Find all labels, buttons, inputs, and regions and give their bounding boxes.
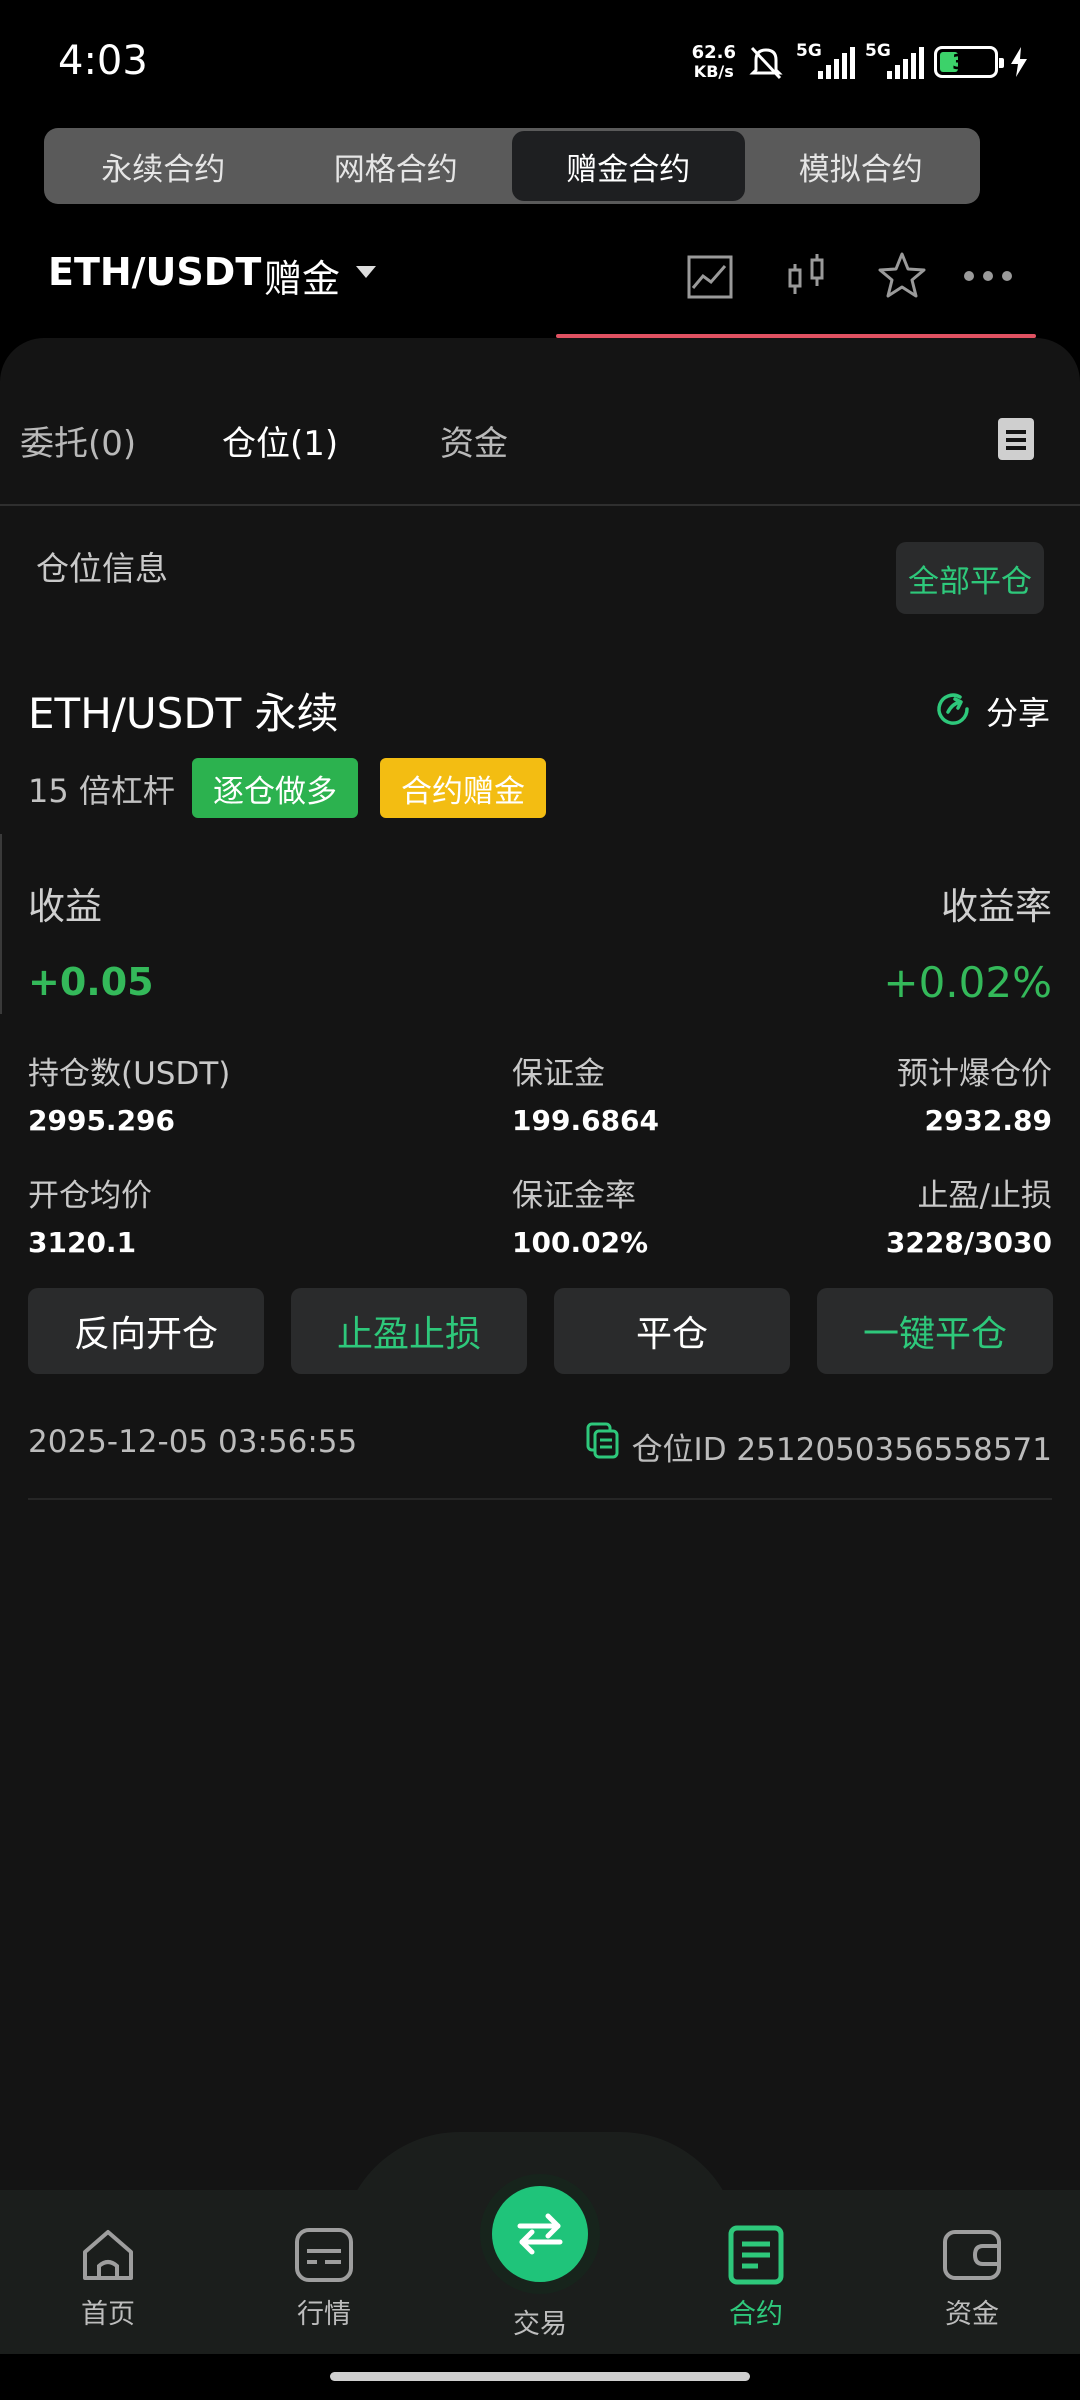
signal-1-icon: 5G — [796, 41, 855, 79]
nav-market[interactable]: 行情 — [254, 2224, 394, 2331]
tpsl-button[interactable]: 止盈止损 — [291, 1288, 527, 1374]
pnl-rate-value: +0.02% — [883, 958, 1052, 1007]
quick-close-button[interactable]: 一键平仓 — [817, 1288, 1053, 1374]
tab-bonus[interactable]: 赠金合约 — [512, 131, 745, 201]
divider — [0, 504, 1080, 506]
caret-down-icon[interactable] — [356, 266, 376, 278]
pair-selector[interactable]: ETH/USDT — [48, 250, 261, 294]
close-position-button[interactable]: 平仓 — [554, 1288, 790, 1374]
pnl-rate-label: 收益率 — [941, 885, 1052, 928]
isolated-long-badge: 逐仓做多 — [192, 758, 358, 818]
contract-icon — [728, 2225, 784, 2285]
swap-icon — [517, 2213, 563, 2255]
tpsl-value: 3228/3030 — [885, 1226, 1052, 1259]
market-icon — [295, 2228, 353, 2282]
contract-type-tabs: 永续合约 网格合约 赠金合约 模拟合约 — [44, 128, 980, 204]
status-time: 4:03 — [58, 38, 148, 84]
bonus-badge: 合约赠金 — [380, 758, 546, 818]
share-button[interactable]: 分享 — [986, 688, 1050, 734]
gesture-bar[interactable] — [330, 2372, 750, 2381]
pnl-label: 收益 — [28, 885, 102, 928]
status-bar: 4:03 62.6 KB/s 5G 5G 34 — [0, 0, 1080, 120]
reverse-open-button[interactable]: 反向开仓 — [28, 1288, 264, 1374]
margin-value: 199.6864 — [512, 1104, 660, 1137]
margin-rate-value: 100.02% — [512, 1226, 649, 1259]
tab-grid[interactable]: 网格合约 — [280, 131, 513, 201]
star-icon[interactable] — [874, 248, 930, 304]
tab-positions[interactable]: 仓位(1) — [222, 416, 338, 465]
margin-rate-label: 保证金率 — [512, 1178, 636, 1214]
trade-button[interactable] — [492, 2186, 588, 2282]
nav-contract-label: 合约 — [729, 2299, 783, 2330]
edge-line — [0, 834, 2, 1014]
nav-contract[interactable]: 合约 — [686, 2224, 826, 2331]
chart-line-icon[interactable] — [682, 248, 738, 304]
charging-icon — [1011, 47, 1027, 77]
net-speed: 62.6 KB/s — [692, 43, 736, 81]
entry-label: 开仓均价 — [28, 1178, 152, 1214]
tab-funds[interactable]: 资金 — [440, 416, 508, 465]
share-icon[interactable] — [934, 690, 972, 728]
net-speed-value: 62.6 — [691, 42, 736, 63]
open-time: 2025-12-05 03:56:55 — [28, 1424, 358, 1460]
margin-label: 保证金 — [512, 1056, 605, 1092]
status-icons: 62.6 KB/s 5G 5G 34 — [692, 38, 1030, 86]
nav-home-label: 首页 — [81, 2299, 135, 2330]
pnl-value: +0.05 — [28, 960, 154, 1004]
tab-perpetual[interactable]: 永续合约 — [47, 131, 280, 201]
battery-icon: 34 — [934, 46, 1004, 78]
candlestick-icon[interactable] — [780, 248, 836, 304]
nav-assets-label: 资金 — [945, 2299, 999, 2330]
more-icon[interactable] — [960, 248, 1016, 304]
size-label: 持仓数(USDT) — [28, 1056, 231, 1092]
liquidation-value: 2932.89 — [924, 1104, 1052, 1137]
nav-home[interactable]: 首页 — [38, 2224, 178, 2331]
wallet-icon — [943, 2230, 1001, 2280]
tpsl-label: 止盈/止损 — [917, 1178, 1052, 1214]
size-value: 2995.296 — [28, 1104, 176, 1137]
pair-type[interactable]: 赠金 — [264, 248, 340, 303]
nav-market-label: 行情 — [297, 2299, 351, 2330]
home-icon — [83, 2230, 133, 2280]
entry-value: 3120.1 — [28, 1226, 137, 1259]
net-speed-unit: KB/s — [693, 62, 734, 81]
tab-demo[interactable]: 模拟合约 — [745, 131, 978, 201]
list-icon[interactable] — [998, 418, 1034, 460]
tab-orders[interactable]: 委托(0) — [20, 416, 136, 465]
nav-assets[interactable]: 资金 — [902, 2224, 1042, 2331]
liquidation-label: 预计爆仓价 — [897, 1056, 1052, 1092]
copy-icon[interactable] — [584, 1420, 620, 1460]
divider — [28, 1498, 1052, 1500]
close-all-button[interactable]: 全部平仓 — [896, 542, 1044, 614]
position-symbol: ETH/USDT 永续 — [28, 689, 339, 738]
signal-2-icon: 5G — [865, 41, 924, 79]
battery-level: 34 — [952, 50, 980, 74]
leverage-label: 15 倍杠杆 — [28, 772, 175, 810]
mute-bell-icon — [749, 46, 783, 80]
header-indicator — [556, 334, 1036, 338]
nav-trade-label[interactable]: 交易 — [480, 2302, 600, 2341]
section-title: 仓位信息 — [36, 549, 168, 588]
pair-header: ETH/USDT 赠金 — [0, 236, 1080, 316]
position-id: 仓位ID 2512050356558571 — [631, 1432, 1052, 1468]
